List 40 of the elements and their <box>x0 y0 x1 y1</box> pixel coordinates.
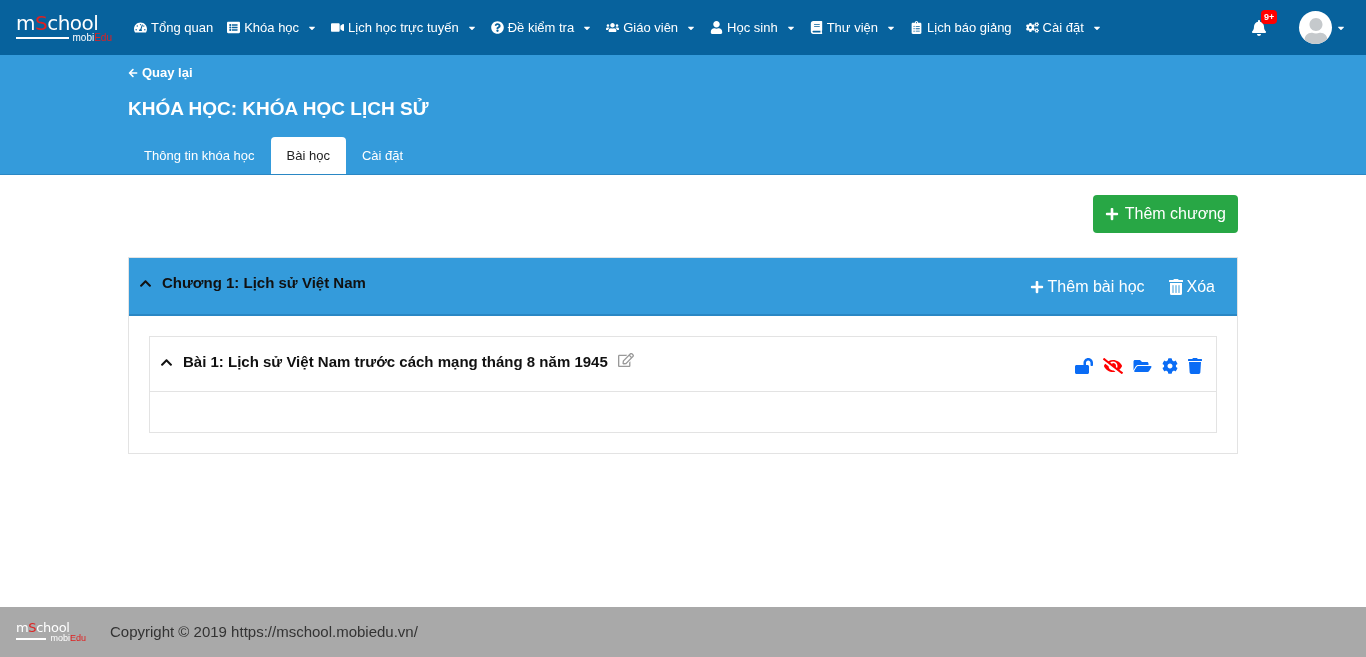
plus-icon <box>1104 207 1119 221</box>
nav-icon <box>809 21 823 34</box>
mschool-logo: mSchool mobiEdu <box>16 621 86 643</box>
notification-button[interactable] <box>1251 19 1267 36</box>
avatar-icon <box>1299 11 1332 44</box>
bell-icon <box>1251 19 1267 36</box>
nav-item[interactable]: Thư viện <box>809 17 896 38</box>
nav-item[interactable]: Lịch báo giảng <box>910 17 1012 38</box>
nav-item[interactable]: Cài đặt <box>1025 17 1102 38</box>
trash-icon[interactable] <box>1188 358 1202 374</box>
eye-slash-icon[interactable] <box>1103 358 1123 374</box>
nav-item[interactable]: Khóa học <box>227 17 318 38</box>
nav-icon <box>227 21 241 34</box>
copyright-text: Copyright © 2019 https://mschool.mobiedu.vn/ <box>110 621 418 642</box>
settings-icon[interactable] <box>1162 358 1178 374</box>
unlock-icon[interactable] <box>1075 358 1093 374</box>
folder-icon[interactable] <box>1133 358 1152 374</box>
nav-icon <box>606 21 620 34</box>
nav-icon <box>910 21 923 34</box>
arrow-left-icon <box>128 67 138 78</box>
lesson-toggle[interactable]: Bài 1: Lịch sử Việt Nam trước cách mạng tháng 8 năm 1945 <box>160 351 608 374</box>
nav-icon <box>331 21 345 34</box>
nav-item[interactable]: Học sinh <box>710 17 796 38</box>
tab[interactable]: Bài học <box>270 137 346 174</box>
nav-item[interactable]: Đề kiểm tra <box>490 17 593 38</box>
chapter-toggle[interactable]: Chương 1: Lịch sử Việt Nam <box>139 272 366 295</box>
trash-icon <box>1168 279 1183 295</box>
nav-icon <box>490 21 504 34</box>
mschool-logo: mSchool mobiEdu <box>16 12 112 43</box>
nav-icon <box>1025 21 1039 34</box>
nav-icon <box>134 21 147 34</box>
user-menu-button[interactable] <box>1299 11 1346 44</box>
notification-badge: 9+ <box>1261 9 1278 24</box>
nav-item[interactable]: Giáo viên <box>606 17 697 38</box>
edit-icon[interactable] <box>617 352 634 368</box>
nav-icon <box>710 21 724 34</box>
course-title: KHÓA HỌC: KHÓA HỌC LỊCH SỬ <box>128 96 430 121</box>
nav-item[interactable]: Tổng quan <box>134 17 214 38</box>
plus-icon <box>1029 280 1044 294</box>
nav-item[interactable]: Lịch học trực tuyến <box>331 17 477 38</box>
